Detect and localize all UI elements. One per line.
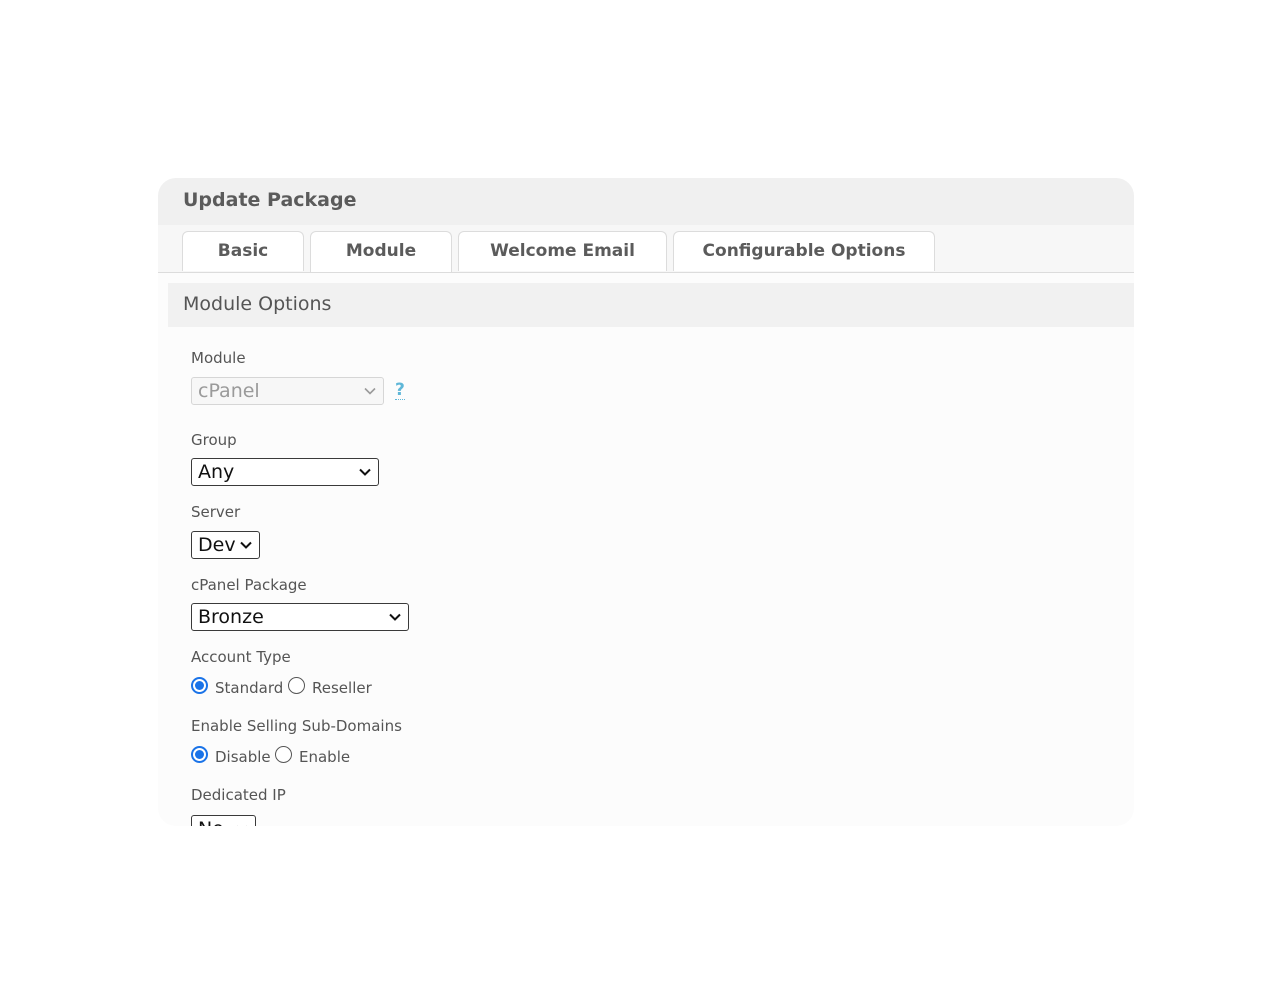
module-select: cPanel [191,377,384,405]
module-select-value: cPanel [198,380,260,402]
section-title: Module Options [183,293,332,315]
module-options-header: Module Options [168,283,1134,327]
subdomains-label: Enable Selling Sub-Domains [191,717,402,735]
dedicated-ip-select[interactable]: No [191,815,256,826]
group-label: Group [191,431,237,449]
package-label: cPanel Package [191,576,307,594]
server-label: Server [191,503,241,521]
tab-configurable-options[interactable]: Configurable Options [673,231,935,271]
package-select-value: Bronze [198,606,264,628]
tab-welcome-email[interactable]: Welcome Email [458,231,667,271]
account-type-reseller-label[interactable]: Reseller [312,679,372,697]
package-select[interactable]: Bronze [191,603,409,631]
chevron-down-icon [237,825,247,826]
tab-module[interactable]: Module [310,231,452,272]
tab-basic[interactable]: Basic [182,231,304,271]
tab-bar: Basic Module Welcome Email Configurable … [158,225,1134,273]
subdomains-disable-radio[interactable] [191,746,208,763]
subdomains-disable-label[interactable]: Disable [215,748,271,766]
module-label: Module [191,349,246,367]
update-package-panel: Update Package Basic Module Welcome Emai… [158,178,1134,826]
account-type-label: Account Type [191,648,291,666]
account-type-standard-label[interactable]: Standard [215,679,283,697]
server-select[interactable]: Dev [191,531,260,559]
subdomains-enable-radio[interactable] [275,746,292,763]
chevron-down-icon [364,387,376,395]
group-select-value: Any [198,461,235,483]
panel-header: Update Package [158,178,1134,225]
chevron-down-icon [359,468,371,476]
help-icon[interactable]: ? [395,381,405,400]
account-type-reseller-radio[interactable] [288,677,305,694]
server-select-value: Dev [198,534,236,556]
dedicated-ip-select-value: No [198,818,224,826]
panel-title: Update Package [183,189,357,211]
group-select[interactable]: Any [191,458,379,486]
account-type-standard-radio[interactable] [191,677,208,694]
dedicated-ip-label: Dedicated IP [191,786,286,804]
chevron-down-icon [389,613,401,621]
chevron-down-icon [240,541,252,549]
subdomains-enable-label[interactable]: Enable [299,748,350,766]
